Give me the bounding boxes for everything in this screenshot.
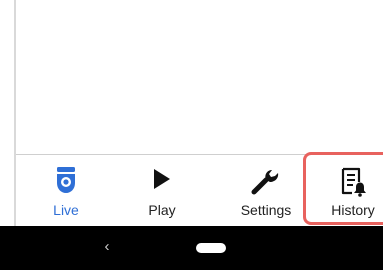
- tab-play-label: Play: [148, 202, 176, 218]
- tab-settings-label: Settings: [240, 202, 292, 218]
- tab-history[interactable]: History: [316, 155, 383, 227]
- content-area: [16, 0, 383, 154]
- notification-list-icon: [339, 167, 367, 202]
- security-camera-icon: [54, 167, 78, 200]
- tab-settings[interactable]: Settings: [225, 155, 307, 227]
- app-screen: Live Play Settings History ‹: [0, 0, 383, 270]
- tab-live[interactable]: Live: [38, 155, 94, 227]
- back-chevron-icon[interactable]: ‹: [98, 238, 116, 256]
- tab-play[interactable]: Play: [129, 155, 195, 227]
- wrench-icon: [251, 167, 281, 200]
- tab-history-label: History: [331, 202, 375, 218]
- tab-live-label: Live: [53, 202, 79, 218]
- bottom-tab-bar: Live Play Settings History: [16, 154, 383, 226]
- play-icon: [152, 167, 172, 196]
- home-pill-icon[interactable]: [196, 243, 226, 253]
- system-nav-bar: ‹: [0, 226, 383, 270]
